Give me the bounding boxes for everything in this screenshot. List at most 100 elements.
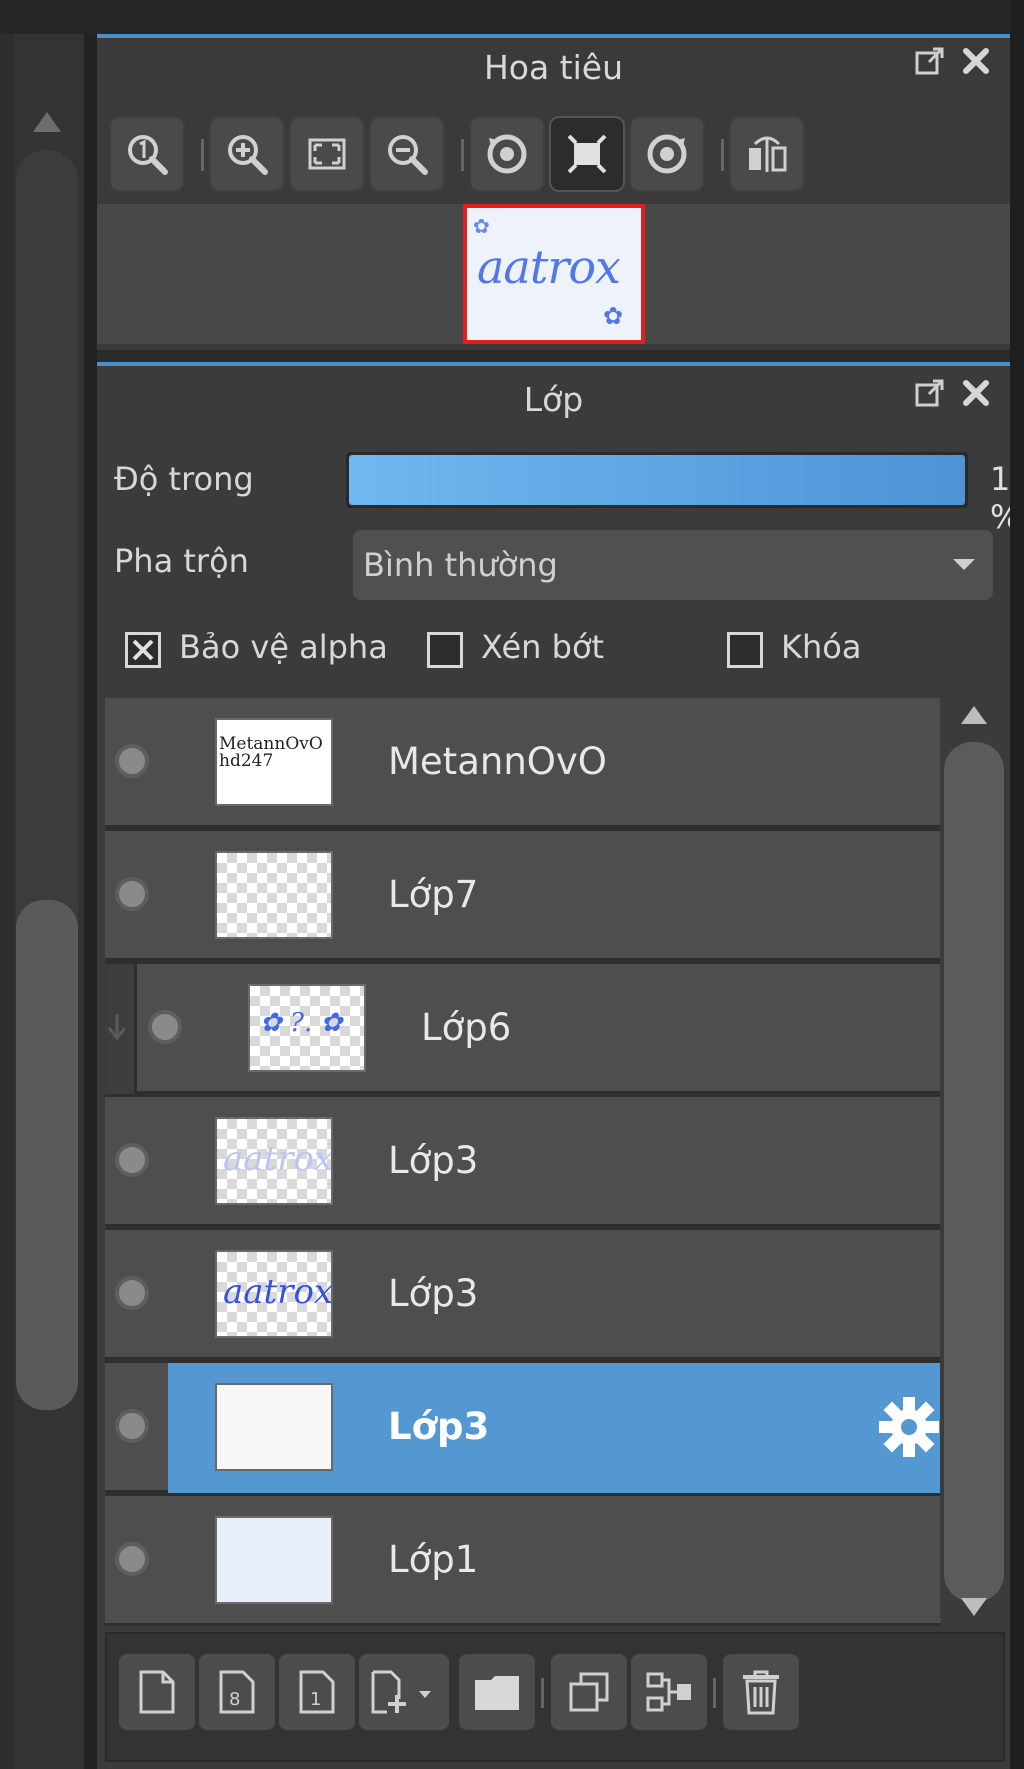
fit-screen-icon <box>308 138 346 170</box>
layer-list-scrollbar[interactable] <box>940 698 1010 1618</box>
new-folder-button[interactable] <box>459 1654 535 1730</box>
add-layer-menu-button[interactable] <box>359 1654 449 1730</box>
layer-1bit-icon: 1 <box>299 1670 335 1714</box>
gear-icon[interactable] <box>877 1395 941 1459</box>
trash-icon <box>743 1670 779 1715</box>
clipping-checkbox[interactable] <box>427 632 463 668</box>
flip-horizontal-button[interactable] <box>729 116 805 192</box>
toolbar-separator <box>461 139 464 171</box>
clip-arrow-icon <box>107 1014 127 1041</box>
layer-thumbnail <box>215 1516 333 1604</box>
rotate-left-button[interactable] <box>469 116 545 192</box>
blend-mode-label: Pha trộn <box>114 542 249 580</box>
flip-icon <box>749 136 787 172</box>
opacity-slider-fill <box>349 455 965 505</box>
layer-name: Lớp7 <box>388 873 479 916</box>
layer-8bit-icon: 8 <box>219 1670 255 1714</box>
visibility-toggle-icon[interactable] <box>115 1542 149 1576</box>
visibility-toggle-icon[interactable] <box>115 744 149 778</box>
layer-accent-line <box>97 362 1010 366</box>
new-layer-button[interactable] <box>119 1654 195 1730</box>
layer-thumbnail: ✿ ?. ✿ <box>248 984 366 1072</box>
layer-row[interactable]: Lớp7 <box>105 831 941 961</box>
thumbnail-glyph: aatrox <box>223 1139 333 1179</box>
navigator-close-icon[interactable] <box>959 44 993 78</box>
zoom-in-icon <box>228 135 268 175</box>
visibility-toggle-icon[interactable] <box>115 1143 149 1177</box>
lock-checkbox[interactable] <box>727 632 763 668</box>
layer-list-scrollbar-thumb[interactable] <box>944 742 1004 1602</box>
add-layer-dropdown-icon <box>371 1670 431 1714</box>
chevron-down-icon <box>953 559 975 570</box>
layer-thumbnail <box>215 1383 333 1471</box>
layer-row-selected[interactable]: Lớp3 <box>105 1363 941 1493</box>
scroll-down-arrow-icon[interactable] <box>961 1598 987 1616</box>
layer-thumbnail: aatrox <box>215 1117 333 1205</box>
merge-down-button[interactable] <box>631 1654 707 1730</box>
left-top-bar <box>0 0 97 34</box>
left-divider <box>0 34 14 1769</box>
layer-name: Lớp6 <box>421 1006 512 1049</box>
layer-close-icon[interactable] <box>959 376 993 410</box>
layer-list: MetannOvO hd247 MetannOvO Lớp7 ✿ ?. ✿ Lớ… <box>105 698 941 1626</box>
layer-name: Lớp1 <box>388 1538 479 1581</box>
scroll-up-arrow-icon[interactable] <box>961 706 987 724</box>
layer-row[interactable]: aatrox Lớp3 <box>105 1230 941 1360</box>
reset-view-icon <box>567 134 607 174</box>
canvas-scrollbar-thumb[interactable] <box>16 900 78 1410</box>
toolbar-separator <box>721 139 724 171</box>
checkbox-x-icon <box>132 639 154 661</box>
left-canvas-edge <box>0 0 97 1769</box>
layer-row[interactable]: aatrox Lớp3 <box>105 1097 941 1227</box>
zoom-out-button[interactable] <box>369 116 445 192</box>
blend-mode-value: Bình thường <box>363 546 558 584</box>
action-separator <box>713 1678 716 1708</box>
layer-panel: Lớp Độ trong 100 % Pha trộn Bình thường … <box>97 362 1024 1769</box>
reset-view-button[interactable] <box>549 116 625 192</box>
layer-popout-icon[interactable] <box>913 376 947 410</box>
rotate-right-button[interactable] <box>629 116 705 192</box>
visibility-toggle-icon[interactable] <box>148 1010 182 1044</box>
merge-icon <box>646 1672 691 1712</box>
new-page-icon <box>139 1670 175 1714</box>
navigator-panel: Hoa tiêu ✿ aatrox ✿ <box>97 34 1010 350</box>
layer-thumbnail <box>215 851 333 939</box>
new-8bit-layer-button[interactable]: 8 <box>199 1654 275 1730</box>
layer-thumbnail: aatrox <box>215 1250 333 1338</box>
top-bar <box>97 0 1024 34</box>
layer-thumbnail: MetannOvO hd247 <box>215 718 333 806</box>
zoom-in-button[interactable] <box>209 116 285 192</box>
clipping-indicator <box>105 964 137 1094</box>
layer-row[interactable]: MetannOvO hd247 MetannOvO <box>105 698 941 828</box>
layer-actions-bar: 8 1 <box>105 1632 1005 1762</box>
layer-row[interactable]: ✿ ?. ✿ Lớp6 <box>105 964 941 1094</box>
visibility-toggle-icon[interactable] <box>115 877 149 911</box>
navigator-preview-text: aatrox <box>477 240 621 294</box>
blend-mode-dropdown[interactable]: Bình thường <box>353 530 993 600</box>
opacity-label: Độ trong <box>114 460 254 498</box>
rotate-left-icon <box>487 134 527 174</box>
fit-to-window-button[interactable] <box>289 116 365 192</box>
layer-panel-title: Lớp <box>523 380 584 419</box>
right-window-edge <box>1010 0 1024 1769</box>
duplicate-layer-button[interactable] <box>551 1654 627 1730</box>
new-1bit-layer-button[interactable]: 1 <box>279 1654 355 1730</box>
panel-splitter[interactable] <box>84 34 97 1769</box>
navigator-popout-icon[interactable] <box>913 44 947 78</box>
visibility-toggle-icon[interactable] <box>115 1409 149 1443</box>
delete-layer-button[interactable] <box>723 1654 799 1730</box>
thumbnail-glyph: ✿ ?. ✿ <box>260 1008 343 1038</box>
canvas-scroll-up-arrow[interactable] <box>33 112 61 132</box>
zoom-actual-size-button[interactable] <box>109 116 185 192</box>
thumbnail-glyph: aatrox <box>223 1272 333 1312</box>
svg-text:8: 8 <box>229 1689 240 1710</box>
layer-row[interactable]: Lớp1 <box>105 1496 941 1626</box>
visibility-toggle-icon[interactable] <box>115 1276 149 1310</box>
opacity-slider[interactable] <box>346 452 968 508</box>
duplicate-icon <box>569 1672 609 1712</box>
navigator-accent-line <box>97 34 1010 38</box>
zoom-out-icon <box>388 135 428 175</box>
navigator-view-frame[interactable]: ✿ aatrox ✿ <box>463 204 645 344</box>
protect-alpha-checkbox[interactable] <box>125 632 161 668</box>
action-separator <box>541 1678 544 1708</box>
